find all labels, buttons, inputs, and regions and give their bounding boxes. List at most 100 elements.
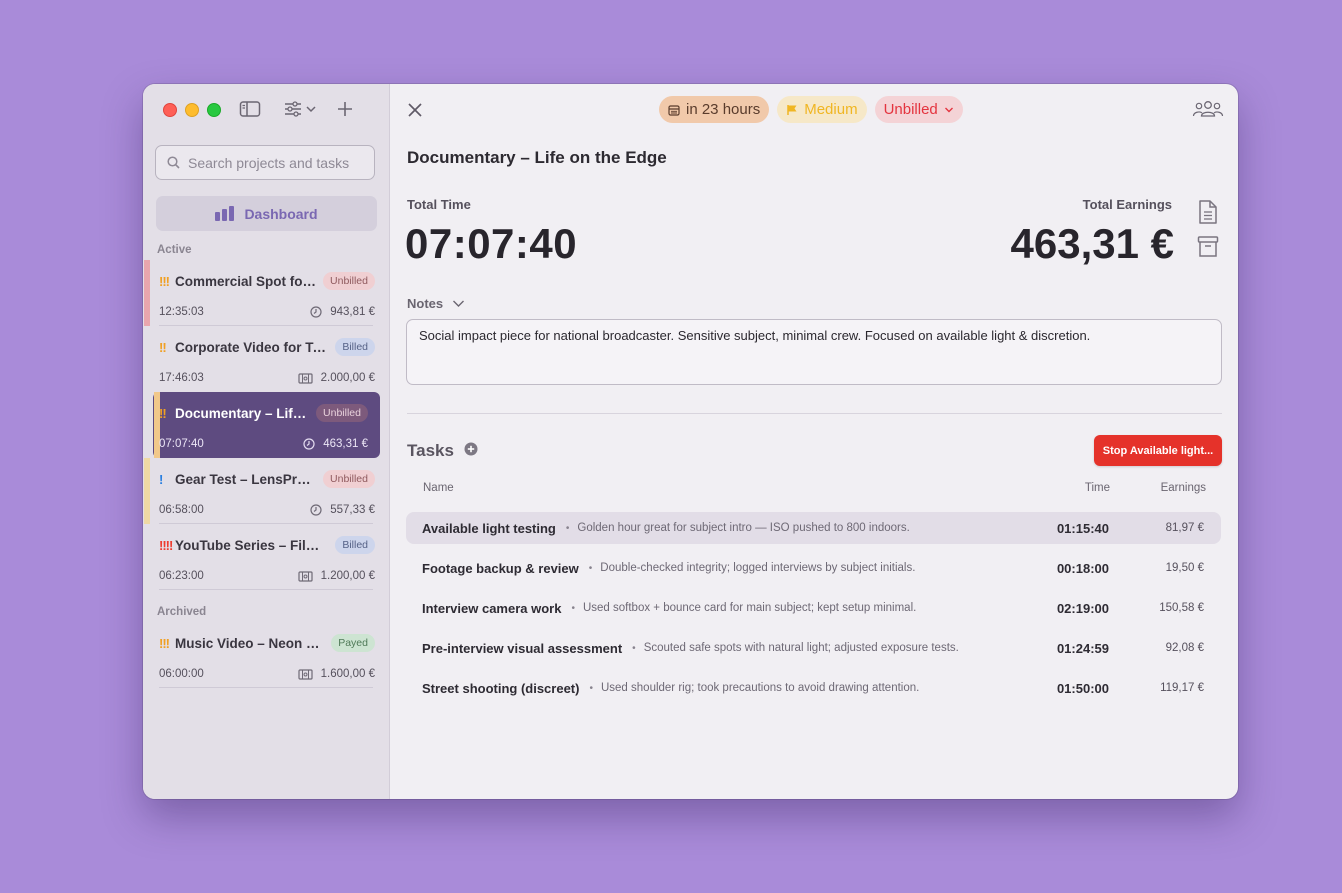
- task-earnings: 92,08 €: [1165, 642, 1204, 654]
- project-list-item[interactable]: !!! Music Video – Neon Nights Payed 06:00:0…: [143, 622, 389, 688]
- clock-icon: [310, 504, 322, 516]
- project-name: YouTube Series – Filmmaking Tips: [175, 537, 330, 553]
- project-header-row: !!! Music Video – Neon Nights Payed: [159, 634, 375, 652]
- section-divider: [407, 413, 1222, 414]
- task-name: Street shooting (discreet): [422, 680, 580, 696]
- project-time: 06:58:00: [159, 504, 204, 516]
- banknote-icon: [298, 570, 313, 582]
- project-title: Documentary – Life on the Edge: [407, 148, 667, 167]
- dashboard-button[interactable]: Dashboard: [156, 196, 377, 231]
- project-header-row: !! Documentary – Life on the Edge Unbilled: [159, 404, 368, 422]
- chevron-down-icon: [306, 106, 316, 113]
- priority-marker: !: [159, 471, 163, 487]
- minimize-window-button[interactable]: [185, 103, 199, 117]
- priority-chip[interactable]: Medium: [777, 96, 867, 123]
- dashboard-label: Dashboard: [244, 205, 318, 222]
- project-amount: 1.200,00 €: [320, 570, 375, 582]
- project-amount: 943,81 €: [330, 306, 375, 318]
- project-amount: 2.000,00 €: [320, 372, 375, 384]
- billing-status-label: Unbilled: [883, 101, 938, 118]
- project-header-row: !!!!YouTube Series – Filmmaking Tips Bill…: [159, 536, 375, 554]
- project-list-item[interactable]: !!! Commercial Spot for Local Coffee Bran…: [143, 260, 389, 326]
- priority-marker: !!!: [159, 273, 170, 289]
- sidebar-toggle-icon[interactable]: [239, 99, 261, 119]
- project-time: 07:07:40: [159, 438, 204, 450]
- task-row[interactable]: Footage backup & review • Double-checked i…: [406, 552, 1221, 584]
- column-header-name[interactable]: Name: [423, 482, 454, 494]
- project-time: 06:23:00: [159, 570, 204, 582]
- archive-icon[interactable]: [1197, 235, 1219, 264]
- sidebar-toolbar: [239, 99, 353, 119]
- row-separator: [159, 687, 373, 688]
- document-icon[interactable]: [1197, 199, 1219, 230]
- task-time: 02:19:00: [1056, 600, 1109, 616]
- task-time: 01:24:59: [1056, 640, 1109, 656]
- priority-marker: !!!: [159, 635, 170, 651]
- due-date-label: in 23 hours: [686, 101, 761, 118]
- notes-field[interactable]: Social impact piece for national broadca…: [406, 319, 1222, 385]
- column-header-earnings[interactable]: Earnings: [1161, 482, 1206, 494]
- task-name: Interview camera work: [422, 600, 562, 616]
- status-badge: Billed: [335, 536, 375, 554]
- total-time-value: 07:07:40: [405, 220, 578, 267]
- flag-icon: [787, 104, 797, 115]
- priority-marker: !!: [159, 405, 167, 421]
- project-amount: 463,31 €: [323, 438, 368, 450]
- status-badge: Unbilled: [316, 404, 368, 422]
- filter-menu-button[interactable]: [283, 99, 317, 119]
- priority-marker: !!: [159, 339, 167, 355]
- task-note: Double-checked integrity; logged intervi…: [600, 562, 916, 574]
- project-list-item[interactable]: !!!!YouTube Series – Filmmaking Tips Bill…: [143, 524, 389, 590]
- project-header-row: !! Corporate Video for Tech Startup Billed: [159, 338, 375, 356]
- calendar-icon: [668, 104, 680, 116]
- project-list-item[interactable]: !! Documentary – Life on the Edge Unbilled…: [153, 392, 380, 458]
- add-task-icon[interactable]: [464, 441, 478, 461]
- project-list-item[interactable]: !! Corporate Video for Tech Startup Billed…: [143, 326, 389, 392]
- task-row[interactable]: Street shooting (discreet) • Used shoulder…: [406, 672, 1221, 704]
- priority-stripe: [144, 260, 150, 326]
- task-row[interactable]: Pre-interview visual assessment • Scouted …: [406, 632, 1221, 664]
- header-chips: in 23 hours Medium Unbilled: [659, 96, 963, 123]
- bar-chart-icon: [215, 206, 235, 221]
- task-row[interactable]: Interview camera work • Used softbox + bou…: [406, 592, 1221, 624]
- project-detail: in 23 hours Medium Unbilled Documentary …: [390, 84, 1238, 799]
- task-row[interactable]: Available light testing • Golden hour grea…: [406, 512, 1221, 544]
- project-header-row: !!! Commercial Spot for Local Coffee Bran…: [159, 272, 375, 290]
- project-list-item[interactable]: ! Gear Test – LensPro Review Unbilled 06:58…: [143, 458, 389, 524]
- zoom-window-button[interactable]: [207, 103, 221, 117]
- task-name: Pre-interview visual assessment: [422, 640, 623, 656]
- task-earnings: 119,17 €: [1160, 682, 1204, 694]
- bullet-separator: •: [632, 642, 636, 654]
- close-icon[interactable]: [406, 101, 424, 124]
- project-name: Corporate Video for Tech Startup: [175, 339, 329, 355]
- app-window: Dashboard Active !!! Commercial Spot for …: [143, 84, 1238, 799]
- project-amount: 557,33 €: [330, 504, 375, 516]
- chevron-down-icon: [453, 300, 465, 307]
- task-time: 01:15:40: [1056, 520, 1109, 536]
- project-time: 17:46:03: [159, 372, 204, 384]
- sidebar: Dashboard Active !!! Commercial Spot for …: [143, 84, 390, 799]
- due-date-chip[interactable]: in 23 hours: [659, 96, 770, 123]
- search-input[interactable]: [186, 153, 370, 172]
- notes-toggle[interactable]: Notes: [407, 296, 465, 311]
- search-field[interactable]: [155, 145, 375, 180]
- task-time: 00:18:00: [1056, 560, 1109, 576]
- close-window-button[interactable]: [163, 103, 177, 117]
- bullet-separator: •: [571, 602, 575, 614]
- project-stats-row: 06:23:00 1.200,00 €: [159, 570, 375, 582]
- plus-icon: [338, 102, 352, 116]
- task-note: Used softbox + bounce card for main subj…: [582, 602, 917, 614]
- billing-status-chip[interactable]: Unbilled: [874, 96, 963, 123]
- project-stats-row: 06:00:00 1.600,00 €: [159, 668, 375, 680]
- column-header-time[interactable]: Time: [1085, 482, 1110, 494]
- status-badge: Unbilled: [323, 272, 375, 290]
- team-icon[interactable]: [1192, 100, 1224, 123]
- task-note: Scouted safe spots with natural light; a…: [643, 642, 959, 654]
- total-earnings-label: Total Earnings: [1082, 197, 1172, 212]
- task-note: Used shoulder rig; took precautions to a…: [600, 682, 920, 694]
- project-stats-row: 17:46:03 2.000,00 €: [159, 372, 375, 384]
- project-time: 06:00:00: [159, 668, 204, 680]
- stop-timer-button[interactable]: Stop Available light...: [1094, 435, 1222, 466]
- add-project-button[interactable]: [337, 99, 353, 119]
- project-stats-row: 06:58:00 557,33 €: [159, 504, 375, 516]
